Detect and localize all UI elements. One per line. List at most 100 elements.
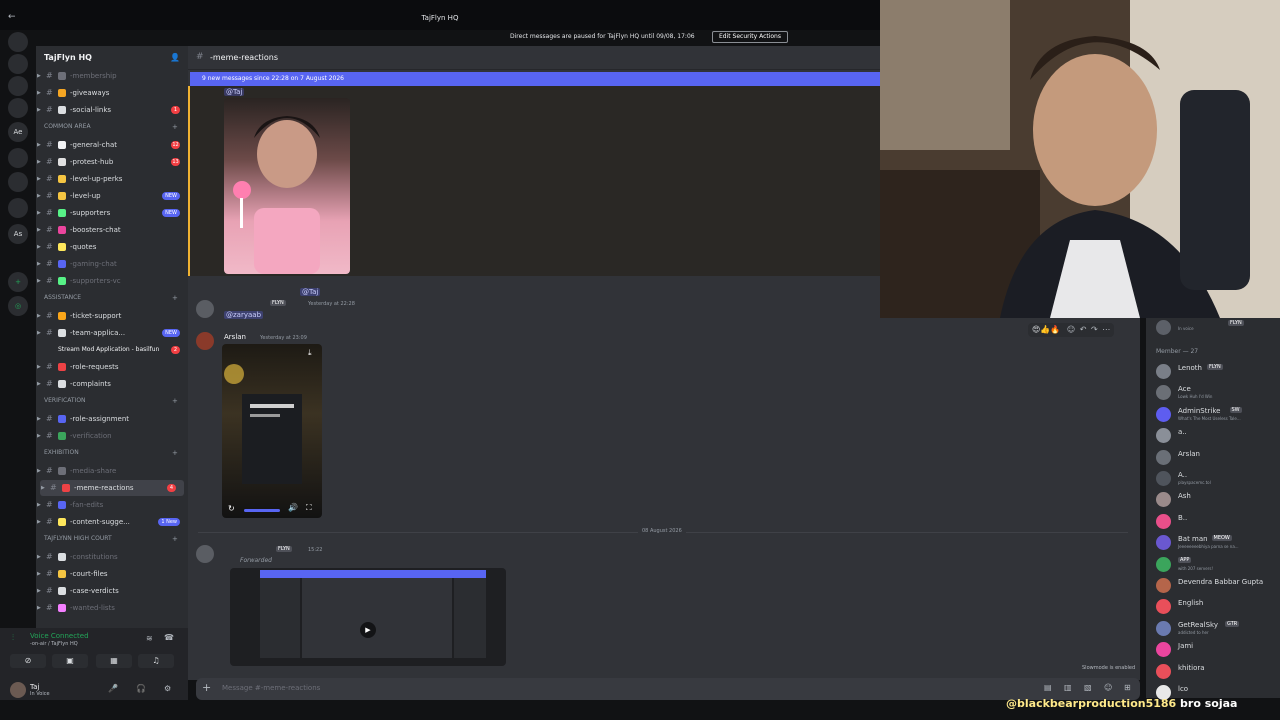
channel-category[interactable]: TAJFLYNN HIGH COURT + (36, 531, 188, 547)
forwarded-video[interactable]: ▶ (230, 568, 506, 666)
channel-item[interactable]: ▶ # -giveaways (36, 85, 188, 101)
member-item[interactable]: Ace Lowk Huh I'd Win (1156, 383, 1280, 403)
user-mention[interactable]: @zaryaab (224, 311, 264, 319)
channel-item[interactable]: ▶ # -court-files (36, 566, 188, 582)
thread-item[interactable]: Stream Mod Application - basilfun 2 (36, 342, 188, 358)
expand-arrow-icon[interactable]: ▶ (37, 376, 41, 392)
discover-icon[interactable]: ◎ (8, 296, 28, 316)
member-item[interactable]: with 207 servers! APP (1156, 555, 1280, 575)
channel-item[interactable]: ▶ # -protest-hub 13 (36, 154, 188, 170)
channel-item[interactable]: ▶ # -level-up NEW (36, 188, 188, 204)
expand-arrow-icon[interactable]: ▶ (37, 497, 41, 513)
meme-image[interactable] (224, 98, 350, 274)
voice-channel[interactable]: -on-air / TajFlyn HQ (30, 641, 78, 647)
channel-item[interactable]: ▶ # -supporters-vc (36, 273, 188, 289)
member-item[interactable]: GetRealSky addicted to her GTR (1156, 619, 1280, 639)
microphone-icon[interactable]: 🎤 (108, 684, 118, 693)
channel-item[interactable]: ▶ # -supporters NEW (36, 205, 188, 221)
expand-arrow-icon[interactable]: ▶ (37, 256, 41, 272)
sticker-icon[interactable]: ▧ (1084, 683, 1092, 692)
message-input[interactable]: Message #-meme-reactions (222, 684, 320, 692)
expand-arrow-icon[interactable]: ▶ (37, 600, 41, 616)
channel-item[interactable]: ▶ # -role-assignment (36, 411, 188, 427)
channel-category[interactable]: Verification + (36, 393, 188, 409)
expand-arrow-icon[interactable]: ▶ (37, 273, 41, 289)
activities-button[interactable]: ▦ (96, 654, 132, 668)
member-item[interactable]: In voice FLYN (1156, 318, 1280, 338)
add-channel-icon[interactable]: + (172, 445, 178, 461)
edit-security-actions-button[interactable]: Edit Security Actions (712, 31, 788, 43)
play-icon[interactable]: ▶ (360, 622, 376, 638)
emoji-icon[interactable]: ☺ (1104, 683, 1112, 692)
channel-item[interactable]: ▶ # -ticket-support (36, 308, 188, 324)
expand-arrow-icon[interactable]: ▶ (37, 583, 41, 599)
server-icon[interactable] (8, 198, 28, 218)
channel-item[interactable]: ▶ # -role-requests (36, 359, 188, 375)
volume-icon[interactable]: 🔊 (288, 503, 298, 512)
replay-icon[interactable]: ↻ (228, 504, 235, 513)
new-messages-bar[interactable]: 9 new messages since 22:28 on 7 August 2… (190, 72, 880, 86)
expand-arrow-icon[interactable]: ▶ (37, 463, 41, 479)
download-icon[interactable]: ⤓ (308, 348, 312, 358)
camera-button[interactable]: ⊘ (10, 654, 46, 668)
fullscreen-icon[interactable]: ⛶ (306, 503, 312, 513)
channel-item[interactable]: ▶ # -membership (36, 68, 188, 84)
server-icon[interactable] (8, 148, 28, 168)
channel-item[interactable]: ▶ # -fan-edits (36, 497, 188, 513)
channel-item[interactable]: ▶ # -boosters-chat (36, 222, 188, 238)
channel-item[interactable]: ▶ # -wanted-lists (36, 600, 188, 616)
user-avatar[interactable] (10, 682, 26, 698)
channel-item[interactable]: ▶ # -constitutions (36, 549, 188, 565)
channel-item[interactable]: ▶ # -media-share (36, 463, 188, 479)
server-icon[interactable] (8, 172, 28, 192)
channel-item[interactable]: ▶ # -team-applica... NEW (36, 325, 188, 341)
expand-arrow-icon[interactable]: ▶ (37, 428, 41, 444)
expand-arrow-icon[interactable]: ▶ (37, 85, 41, 101)
expand-arrow-icon[interactable]: ▶ (37, 137, 41, 153)
member-item[interactable]: B.. (1156, 512, 1280, 532)
member-item[interactable]: a.. (1156, 426, 1280, 446)
forward-icon[interactable]: ↷ (1091, 325, 1098, 334)
add-server-icon[interactable]: + (8, 272, 28, 292)
channel-item[interactable]: ▶ # -social-links 1 (36, 102, 188, 118)
expand-arrow-icon[interactable]: ▶ (37, 154, 41, 170)
expand-arrow-icon[interactable]: ▶ (37, 171, 41, 187)
member-item[interactable]: Devendra Babbar Gupta (1156, 576, 1280, 596)
author-avatar[interactable] (196, 332, 214, 350)
add-attachment-icon[interactable]: + (202, 681, 211, 694)
noise-suppression-icon[interactable]: ≋ (146, 634, 153, 643)
add-channel-icon[interactable]: + (172, 290, 178, 306)
message-composer[interactable]: + Message #-meme-reactions ▤ ▥ ▧ ☺ ⊞ (196, 678, 1140, 700)
disconnect-icon[interactable]: ☎ (164, 633, 174, 642)
server-icon[interactable] (8, 32, 28, 52)
volume-slider[interactable] (244, 509, 280, 512)
expand-arrow-icon[interactable]: ▶ (37, 308, 41, 324)
channel-item[interactable]: ▶ # -case-verdicts (36, 583, 188, 599)
member-item[interactable]: Jami (1156, 640, 1280, 660)
channel-item[interactable]: ▶ # -verification (36, 428, 188, 444)
expand-arrow-icon[interactable]: ▶ (37, 188, 41, 204)
reaction-emojis[interactable]: 😍👍🔥 (1032, 325, 1060, 334)
reply-icon[interactable]: ↶ (1080, 325, 1087, 334)
member-item[interactable]: Bat man Jeeeeeeeebhiya parna se na... MEOW (1156, 533, 1280, 553)
add-channel-icon[interactable]: + (172, 531, 178, 547)
expand-arrow-icon[interactable]: ▶ (37, 102, 41, 118)
member-item[interactable]: Lenoth FLYN (1156, 362, 1280, 382)
channel-item[interactable]: ▶ # -level-up-perks (36, 171, 188, 187)
channel-item[interactable]: ▶ # -complaints (36, 376, 188, 392)
add-reaction-icon[interactable]: ☺ (1067, 325, 1075, 334)
video-attachment[interactable]: ⤓ ↻ 🔊 ⛶ (222, 344, 322, 518)
reply-mention[interactable]: @Taj (300, 288, 321, 296)
member-item[interactable]: A.. playspacemc.tol (1156, 469, 1280, 489)
expand-arrow-icon[interactable]: ▶ (37, 325, 41, 341)
expand-arrow-icon[interactable]: ▶ (37, 514, 41, 530)
signal-icon[interactable]: ⫶ (12, 633, 14, 643)
apps-icon[interactable]: ⊞ (1124, 683, 1131, 692)
expand-arrow-icon[interactable]: ▶ (37, 205, 41, 221)
expand-arrow-icon[interactable]: ▶ (37, 68, 41, 84)
member-item[interactable]: Arslan (1156, 448, 1280, 468)
expand-arrow-icon[interactable]: ▶ (37, 566, 41, 582)
expand-arrow-icon[interactable]: ▶ (37, 239, 41, 255)
settings-gear-icon[interactable]: ⚙ (164, 684, 171, 693)
soundboard-button[interactable]: ♫ (138, 654, 174, 668)
